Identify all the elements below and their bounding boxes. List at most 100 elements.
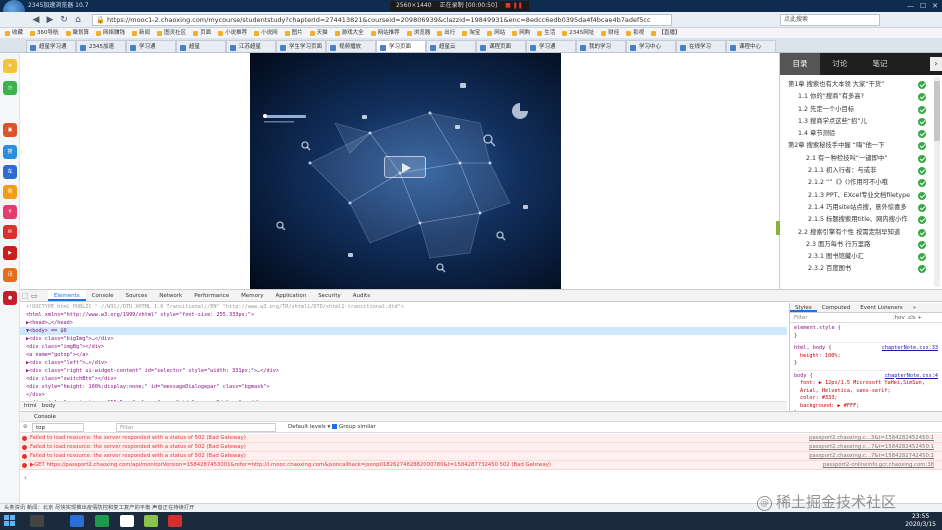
dom-node[interactable]: <html xmlns="http://www.w3.org/1999/xhtm… — [20, 311, 787, 319]
style-property[interactable]: height: 100%; — [794, 353, 938, 361]
browser-tab[interactable]: 江苏超星 — [226, 40, 276, 52]
catalog-item[interactable]: 2.1.1 初入行者：与或非 — [780, 165, 942, 177]
context-select[interactable]: top — [32, 423, 84, 432]
catalog-scrollbar[interactable] — [934, 77, 940, 287]
bookmark-item[interactable]: 2345网址 — [561, 28, 600, 38]
games-icon[interactable]: ▣ — [3, 123, 17, 137]
bookmark-item[interactable]: 【直播】 — [650, 28, 686, 38]
play-button[interactable] — [384, 156, 426, 178]
style-source-link[interactable]: chapterNote.css:4 — [885, 373, 938, 381]
scrollbar-thumb[interactable] — [934, 81, 940, 141]
group-similar-checkbox[interactable]: Group similar — [332, 422, 376, 433]
bookmark-item[interactable]: 网站 — [486, 28, 511, 38]
catalog-item[interactable]: 2.3.2 百度图书 — [780, 263, 942, 275]
browser-tab[interactable]: 2345加速 — [76, 40, 126, 52]
bookmark-item[interactable]: 网购 — [511, 28, 536, 38]
styles-tab[interactable]: Event Listeners — [855, 303, 908, 312]
taskbar-app-icon[interactable] — [95, 515, 109, 527]
close-icon[interactable]: ✕ — [932, 0, 938, 12]
catalog-item[interactable]: 2.3 面万每书 行万里路 — [780, 239, 942, 251]
browser-tab[interactable]: 课程页面 — [476, 40, 526, 52]
tab-catalog[interactable]: 目录 — [780, 53, 820, 75]
console-source-link[interactable]: passport2.chaoxing.c…7&t=1584282742450:1 — [809, 452, 934, 460]
taskbar-app-icon[interactable] — [120, 515, 134, 527]
devtools-tab[interactable]: Performance — [188, 290, 235, 301]
tab-discussion[interactable]: 讨论 — [820, 53, 860, 75]
devtools-tab[interactable]: Console — [86, 290, 120, 301]
bookmark-item[interactable]: 图片 — [284, 28, 309, 38]
browser-tab[interactable]: 超星云 — [426, 40, 476, 52]
breadcrumb-body[interactable]: body — [42, 403, 56, 409]
catalog-item[interactable]: 2.1.2 “”《》()作用可不小哦 — [780, 177, 942, 189]
browser-tab[interactable]: 视频播放 — [326, 40, 376, 52]
console-source-link[interactable]: passport2-onlineinfo.gcr.chaoxing.com:38 — [823, 461, 934, 469]
browser-tab[interactable]: 学习通 — [526, 40, 576, 52]
bookmark-item[interactable]: 影视 — [625, 28, 650, 38]
dom-node[interactable]: <!DOCTYPE html PUBLIC "-//W3C//DTD XHTML… — [20, 303, 787, 311]
bookmark-item[interactable]: 浏览器 — [406, 28, 437, 38]
browser-tab[interactable]: 超星 — [176, 40, 226, 52]
bookmark-item[interactable]: 网络赚钱 — [95, 28, 131, 38]
browser-tab[interactable]: 学生学习页面 — [276, 40, 326, 52]
console-drawer-tab[interactable]: Console — [34, 414, 56, 420]
refresh-icon[interactable]: ↻ — [58, 14, 70, 26]
devtools-tab[interactable]: Security — [312, 290, 347, 301]
catalog-item[interactable]: 2.1.5 标题搜索用title、网内搜小作 — [780, 214, 942, 226]
finance-icon[interactable]: ¥ — [3, 205, 17, 219]
bookmark-item[interactable]: 收藏 — [4, 28, 29, 38]
catalog-item[interactable]: 2.3.1 图书馆藏小汇 — [780, 251, 942, 263]
url-input[interactable]: 🔒 https://mooc1-2.chaoxing.com/mycourse/… — [92, 14, 672, 26]
record-stop-icon[interactable]: ■ ❚❚ — [505, 1, 523, 11]
bookmark-item[interactable]: 小说网 — [253, 28, 284, 38]
taskbar-app-icon[interactable] — [30, 515, 44, 527]
windows-start-icon[interactable] — [4, 515, 16, 527]
styles-tab[interactable]: Styles — [790, 303, 817, 312]
maximize-icon[interactable]: ☐ — [920, 0, 926, 12]
search-sidebar-icon[interactable]: 搜 — [3, 145, 17, 159]
clear-console-icon[interactable]: ⊘ — [23, 422, 28, 433]
shopping-icon[interactable]: 购 — [3, 185, 17, 199]
app-icon[interactable]: ● — [3, 291, 17, 305]
styles-tab[interactable]: » — [908, 303, 921, 312]
bookmark-item[interactable]: 聚划算 — [65, 28, 96, 38]
bookmark-item[interactable]: 新闻 — [131, 28, 156, 38]
home-icon[interactable]: ⌂ — [72, 14, 84, 26]
catalog-item[interactable]: 1.2 先定一个小目标 — [780, 104, 942, 116]
bookmark-item[interactable]: 网站推荐 — [370, 28, 406, 38]
dom-node[interactable]: <div class="switchBtn"></div> — [20, 375, 787, 383]
dom-node[interactable]: ▼<body> == $0 — [20, 327, 787, 335]
bookmark-item[interactable]: 360导航 — [29, 28, 65, 38]
devtools-tab[interactable]: Audits — [347, 290, 376, 301]
bookmark-item[interactable]: 生活 — [536, 28, 561, 38]
catalog-item[interactable]: 2.2 搜索引擎有个性 按需定制早知道 — [780, 227, 942, 239]
devtools-tab[interactable]: Memory — [235, 290, 269, 301]
styles-hov-controls[interactable]: :hov .cls + — [893, 313, 922, 323]
browser-tab[interactable]: 课程中心 — [726, 40, 776, 52]
dom-node[interactable]: <a name="gotop"></a> — [20, 351, 787, 359]
taskbar-app-icon[interactable] — [168, 515, 182, 527]
browser-tab[interactable]: 学习中心 — [626, 40, 676, 52]
panel-collapse-icon[interactable]: › — [930, 57, 942, 71]
mail-icon[interactable]: ✉ — [3, 225, 17, 239]
dom-node[interactable]: </div> — [20, 391, 787, 399]
bookmark-item[interactable]: 小说推荐 — [217, 28, 253, 38]
breadcrumb-html[interactable]: html — [24, 403, 37, 409]
forward-icon[interactable]: ▶ — [44, 14, 56, 26]
bookmark-item[interactable]: 出行 — [436, 28, 461, 38]
catalog-item[interactable]: 2.1.3 PPT、EXcel专业文档filetype — [780, 190, 942, 202]
styles-tab[interactable]: Computed — [817, 303, 856, 312]
system-clock[interactable]: 23:55 2020/3/15 — [905, 513, 936, 529]
favorites-icon[interactable]: ★ — [3, 59, 17, 73]
catalog-item[interactable]: 2.1 有一种检技叫“一键即中” — [780, 153, 942, 165]
devtools-tab[interactable]: Application — [269, 290, 312, 301]
browser-tab[interactable]: 我的学习 — [576, 40, 626, 52]
bookmark-item[interactable]: 游戏大全 — [334, 28, 370, 38]
bookmark-item[interactable]: 图灵社区 — [156, 28, 192, 38]
dom-node[interactable]: ▶<div class="left">…</div> — [20, 359, 787, 367]
console-source-link[interactable]: passport2.chaoxing.c…3&t=1584282452450:1 — [809, 434, 934, 442]
minimize-icon[interactable]: — — [907, 0, 914, 12]
style-property[interactable]: font: ▶ 12px/1.5 Microsoft YaHei,SimSun, — [794, 380, 938, 388]
bookmark-item[interactable]: 页面 — [192, 28, 217, 38]
back-icon[interactable]: ◀ — [30, 14, 42, 26]
video-icon[interactable]: ▶ — [3, 246, 17, 260]
